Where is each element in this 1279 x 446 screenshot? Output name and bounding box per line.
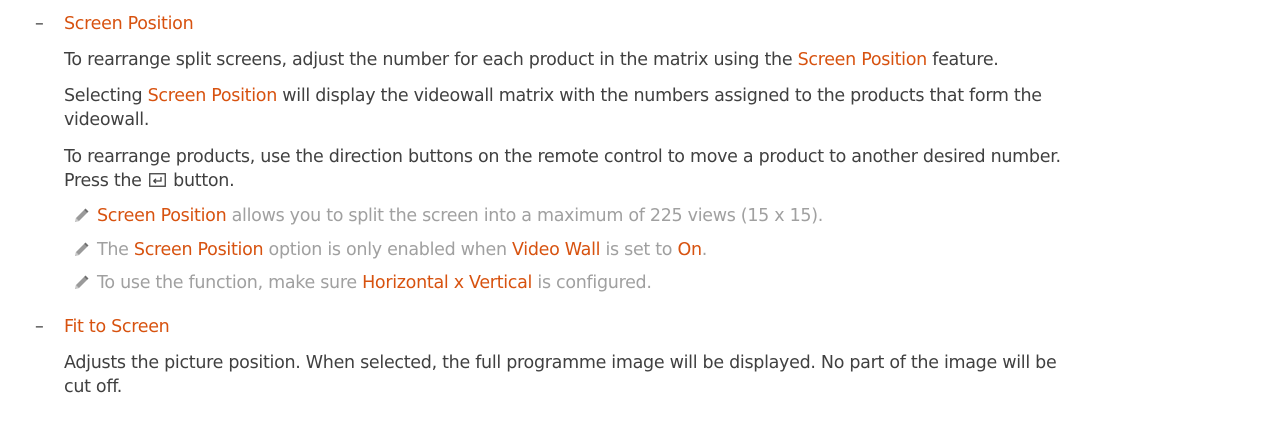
note-text: is set to (600, 240, 678, 260)
paragraph-fit-to-screen-line1: Adjusts the picture position. When selec… (64, 352, 1057, 374)
pencil-note-icon (75, 242, 89, 256)
paragraph-selecting-line2: videowall. (64, 109, 149, 131)
paragraph-selecting-line1: Selecting Screen Position will display t… (64, 85, 1042, 107)
paragraph-text: To rearrange products, use the direction… (64, 147, 1061, 167)
paragraph-rearrange-products-line2: Press the button. (64, 170, 235, 192)
pencil-note-icon (75, 275, 89, 289)
paragraph-fit-to-screen-line2: cut off. (64, 376, 122, 398)
note-horizontal-vertical: To use the function, make sure Horizonta… (97, 272, 652, 294)
note-text: option is only enabled when (263, 240, 512, 260)
note-screen-position-max: Screen Position allows you to split the … (97, 205, 823, 227)
paragraph-text: To rearrange split screens, adjust the n… (64, 50, 798, 70)
note-text: is configured. (532, 273, 652, 293)
note-text: allows you to split the screen into a ma… (226, 206, 824, 226)
highlight-term: Screen Position (147, 86, 278, 106)
paragraph-text: cut off. (64, 377, 123, 397)
paragraph-rearrange-products-line1: To rearrange products, use the direction… (64, 146, 1061, 168)
note-text: . (701, 240, 708, 260)
paragraph-text: button. (167, 171, 235, 191)
paragraph-text: feature. (926, 50, 999, 70)
highlight-term: Video Wall (512, 240, 601, 260)
note-video-wall-on: The Screen Position option is only enabl… (97, 239, 707, 261)
pencil-note-icon (75, 208, 89, 222)
bullet-dash: – (35, 14, 44, 34)
paragraph-text: Press the (64, 171, 147, 191)
paragraph-text: videowall. (64, 110, 150, 130)
section-title-fit-to-screen: Fit to Screen (64, 317, 170, 337)
note-text: The (97, 240, 134, 260)
paragraph-rearrange-split: To rearrange split screens, adjust the n… (64, 49, 999, 71)
highlight-term: Screen Position (797, 50, 928, 70)
paragraph-text: will display the videowall matrix with t… (277, 86, 1042, 106)
paragraph-text: Adjusts the picture position. When selec… (64, 353, 1057, 373)
section-title-screen-position: Screen Position (64, 14, 194, 34)
highlight-term: Screen Position (97, 206, 227, 226)
note-text: To use the function, make sure (97, 273, 363, 293)
highlight-term: Horizontal x Vertical (362, 273, 533, 293)
paragraph-text: Selecting (64, 86, 148, 106)
enter-button-icon (149, 173, 166, 187)
highlight-term: Screen Position (133, 240, 264, 260)
bullet-dash: – (35, 317, 44, 337)
highlight-term: On (677, 240, 702, 260)
